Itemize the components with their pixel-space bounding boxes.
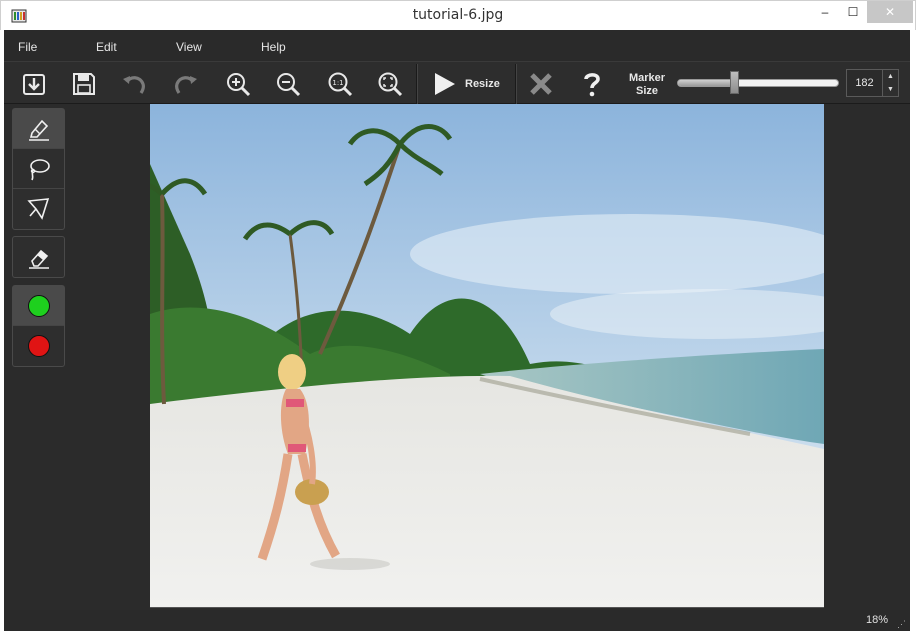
menu-file[interactable]: File <box>18 40 37 54</box>
save-button[interactable] <box>68 68 100 100</box>
remove-color-button[interactable] <box>13 326 64 366</box>
zoom-in-icon <box>227 73 251 97</box>
marker-size-stepper: ▲ ▼ <box>882 69 899 97</box>
marker-label-line2: Size <box>635 85 658 97</box>
zoom-in-button[interactable] <box>222 68 254 100</box>
menu-view[interactable]: View <box>176 40 202 54</box>
keep-color-button[interactable] <box>13 286 64 326</box>
save-icon <box>73 73 95 95</box>
polygon-lasso-tool-button[interactable] <box>13 189 64 229</box>
toolbar-separator <box>515 64 516 104</box>
resize-play-button[interactable] <box>428 68 460 100</box>
undo-icon <box>123 76 145 94</box>
window-bottom-edge <box>0 631 916 639</box>
resize-grip-icon[interactable]: ⋰ <box>897 619 907 629</box>
remove-color-swatch <box>27 335 50 357</box>
zoom-actual-size-icon: 1:1 <box>328 72 353 97</box>
zoom-fit-button[interactable] <box>374 68 406 100</box>
slider-thumb[interactable] <box>730 71 739 94</box>
eraser-tools-group <box>12 236 65 278</box>
beach-photo[interactable] <box>150 104 824 608</box>
marker-size-label: Marker Size <box>620 72 674 98</box>
marker-size-slider[interactable] <box>677 79 839 87</box>
maximize-icon: ☐ <box>847 5 859 19</box>
lasso-tool-button[interactable] <box>13 149 64 189</box>
zoom-level: 18% <box>865 614 888 626</box>
svg-text:1:1: 1:1 <box>332 79 343 87</box>
marker-label-line1: Marker <box>628 72 666 84</box>
open-file-icon <box>23 74 45 95</box>
close-window-button[interactable]: ✕ <box>867 1 913 23</box>
photo-illustration <box>150 104 824 607</box>
resize-label[interactable]: Resize <box>465 78 500 90</box>
toolbar-separator <box>416 64 417 104</box>
eraser-icon <box>28 249 49 269</box>
slider-fill <box>678 80 738 86</box>
help-icon <box>584 73 600 97</box>
menu-help[interactable]: Help <box>261 40 286 54</box>
color-tools-group <box>12 285 65 367</box>
window-titlebar: tutorial-6.jpg ‒ ☐ ✕ <box>0 0 916 30</box>
image-canvas-area[interactable] <box>70 104 910 610</box>
help-button[interactable] <box>576 68 608 100</box>
close-icon: ✕ <box>884 5 896 19</box>
marker-size-input[interactable]: 182 <box>846 69 882 97</box>
zoom-actual-size-button[interactable]: 1:1 <box>324 68 356 100</box>
window-title: tutorial-6.jpg <box>412 7 504 23</box>
minimize-button[interactable]: ‒ <box>811 1 839 23</box>
zoom-fit-icon <box>378 72 403 97</box>
keep-color-swatch <box>27 294 50 317</box>
menu-bar: File Edit View Help <box>4 30 910 61</box>
marker-pen-icon <box>28 119 49 141</box>
stepper-up-button[interactable]: ▲ <box>883 70 898 83</box>
cancel-icon <box>530 73 552 95</box>
minimize-icon: ‒ <box>821 5 829 19</box>
zoom-out-button[interactable] <box>272 68 304 100</box>
eraser-tool-button[interactable] <box>13 237 64 277</box>
maximize-button[interactable]: ☐ <box>839 1 867 23</box>
redo-button[interactable] <box>170 68 202 100</box>
undo-button[interactable] <box>118 68 150 100</box>
tools-panel <box>4 104 70 610</box>
polygon-lasso-icon <box>26 198 49 220</box>
menu-edit[interactable]: Edit <box>96 40 117 54</box>
play-icon <box>435 73 455 95</box>
open-button[interactable] <box>18 68 50 100</box>
marker-tool-button[interactable] <box>13 109 64 149</box>
zoom-out-icon <box>277 73 301 97</box>
stepper-down-button[interactable]: ▼ <box>883 83 898 96</box>
cancel-button[interactable] <box>525 68 557 100</box>
lasso-icon <box>29 158 50 180</box>
toolbar: 1:1 Resize Marker Size 182 ▲ ▼ <box>4 61 910 104</box>
selection-tools-group <box>12 108 65 230</box>
redo-icon <box>175 76 197 94</box>
status-bar: 18% ⋰ <box>4 610 910 631</box>
